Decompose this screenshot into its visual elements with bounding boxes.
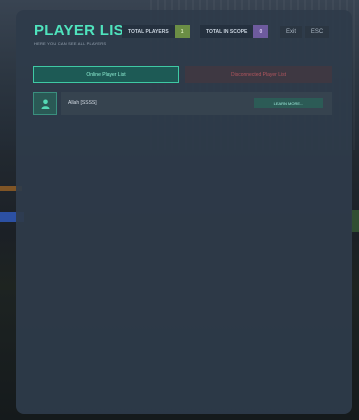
player-row: Allah [SSSS] LEARN MORE... <box>33 92 332 115</box>
total-in-scope-label: TOTAL IN SCOPE <box>200 25 254 38</box>
learn-more-button[interactable]: LEARN MORE... <box>254 98 323 108</box>
total-players-label: TOTAL PLAYERS <box>122 25 175 38</box>
panel-title: PLAYER LIST <box>34 22 134 39</box>
user-icon <box>41 99 49 109</box>
total-players-count: 1 <box>174 25 190 38</box>
player-row-body: Allah [SSSS] LEARN MORE... <box>61 92 332 115</box>
total-players-stat: TOTAL PLAYERS 1 <box>122 25 190 38</box>
player-name: Allah [SSSS] <box>68 100 97 106</box>
total-in-scope-stat: TOTAL IN SCOPE 0 <box>200 25 269 38</box>
esc-key-hint[interactable]: ESC <box>305 26 329 38</box>
exit-button[interactable]: Exit <box>280 26 302 38</box>
panel-subtitle: HERE YOU CAN SEE ALL PLAYERS <box>34 41 107 46</box>
total-in-scope-count: 0 <box>253 25 269 38</box>
player-avatar <box>33 92 57 115</box>
player-list-panel: PLAYER LIST HERE YOU CAN SEE ALL PLAYERS… <box>16 10 352 414</box>
tab-disconnected-players[interactable]: Disconnected Player List <box>185 66 332 83</box>
background-green-object <box>351 210 359 232</box>
tab-online-players[interactable]: Online Player List <box>33 66 179 83</box>
